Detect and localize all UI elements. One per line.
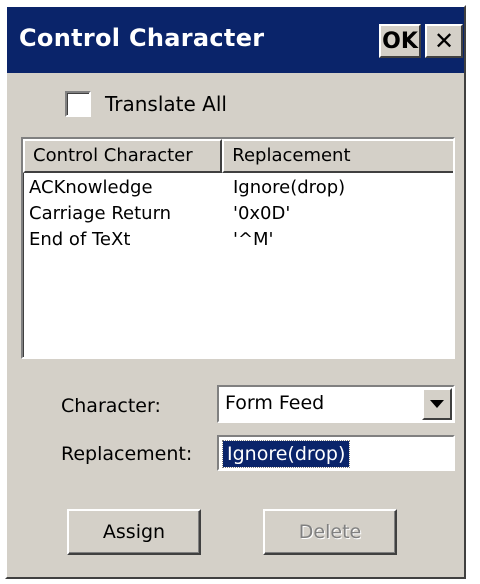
replacement-cell: '^M' (233, 229, 274, 250)
list-item[interactable]: ACKnowledge Ignore(drop) (23, 177, 453, 203)
replacement-cell: Ignore(drop) (233, 177, 346, 198)
list-header: Control Character Replacement (23, 139, 453, 173)
title-bar: Control Character OK ✕ (7, 7, 464, 73)
assign-button[interactable]: Assign (67, 509, 201, 555)
close-icon: ✕ (433, 27, 455, 55)
dropdown-arrow-button[interactable] (422, 388, 452, 420)
control-character-cell: ACKnowledge (29, 177, 153, 198)
list-item[interactable]: End of TeXt '^M' (23, 229, 453, 255)
list-rows: ACKnowledge Ignore(drop) Carriage Return… (23, 177, 453, 255)
close-button[interactable]: ✕ (425, 24, 463, 58)
character-label: Character: (61, 395, 161, 417)
column-header-replacement[interactable]: Replacement (222, 139, 453, 173)
translate-all-row[interactable]: Translate All (65, 91, 227, 117)
list-item[interactable]: Carriage Return '0x0D' (23, 203, 453, 229)
replacement-input-value: Ignore(drop) (221, 440, 351, 468)
replacement-input[interactable]: Ignore(drop) (217, 435, 455, 471)
control-character-list[interactable]: Control Character Replacement ACKnowledg… (21, 137, 455, 359)
window: Control Character OK ✕ Translate All Con… (0, 0, 480, 584)
delete-button[interactable]: Delete (263, 509, 397, 555)
translate-all-checkbox[interactable] (65, 91, 91, 117)
translate-all-label: Translate All (105, 92, 227, 116)
replacement-cell: '0x0D' (233, 203, 291, 224)
character-value: Form Feed (225, 392, 325, 414)
chevron-down-icon (430, 399, 444, 408)
control-character-dialog: Control Character OK ✕ Translate All Con… (5, 5, 466, 579)
control-character-cell: End of TeXt (29, 229, 131, 250)
ok-button[interactable]: OK (379, 24, 421, 58)
control-character-cell: Carriage Return (29, 203, 172, 224)
replacement-label: Replacement: (61, 443, 193, 465)
column-header-control-character[interactable]: Control Character (23, 139, 223, 173)
dialog-title: Control Character (19, 24, 265, 52)
character-dropdown[interactable]: Form Feed (217, 385, 455, 423)
